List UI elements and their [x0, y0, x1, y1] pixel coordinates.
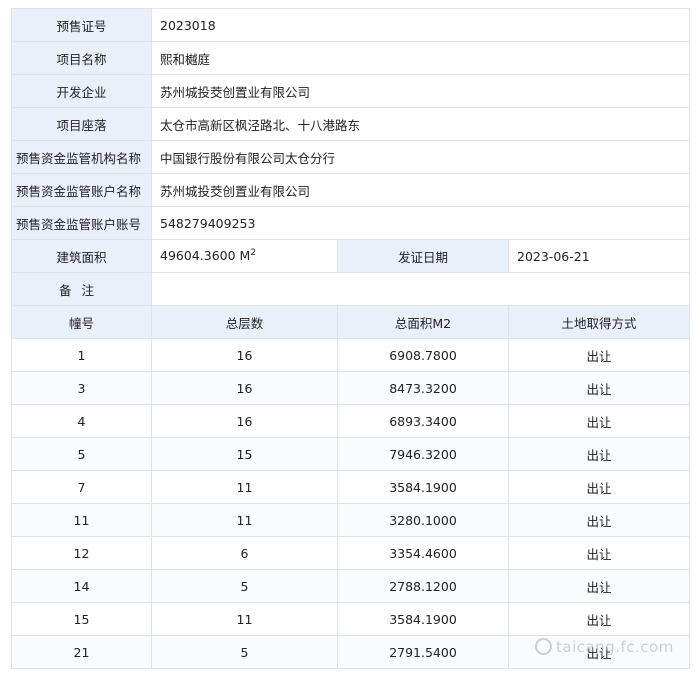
total-floors: 11 — [151, 470, 338, 504]
land-method: 出让 — [507, 338, 691, 372]
remarks-label: 备注 — [11, 272, 152, 306]
header-building-no: 幢号 — [11, 305, 152, 339]
building-no: 5 — [11, 437, 152, 471]
project-name-value: 熙和樾庭 — [150, 41, 691, 75]
row-project-name: 项目名称 熙和樾庭 — [11, 41, 691, 75]
total-floors: 16 — [151, 404, 338, 438]
row-account-name: 预售资金监管账户名称 苏州城投茭创置业有限公司 — [11, 173, 691, 207]
table-row: 7 11 3584.1900 出让 — [11, 470, 691, 504]
land-method: 出让 — [507, 470, 691, 504]
table-row: 15 11 3584.1900 出让 — [11, 602, 691, 636]
area-unit-superscript: 2 — [250, 248, 257, 259]
row-remarks: 备注 — [11, 272, 691, 306]
table-row: 4 16 6893.3400 出让 — [11, 404, 691, 438]
account-name-label: 预售资金监管账户名称 — [11, 173, 152, 207]
header-total-floors: 总层数 — [151, 305, 338, 339]
row-developer: 开发企业 苏州城投茭创置业有限公司 — [11, 74, 691, 108]
buildings-header-row: 幢号 总层数 总面积M2 土地取得方式 — [11, 305, 691, 339]
table-row: 11 11 3280.1000 出让 — [11, 503, 691, 537]
land-method: 出让 — [507, 602, 691, 636]
total-area: 3584.1900 — [337, 470, 509, 504]
developer-value: 苏州城投茭创置业有限公司 — [150, 74, 691, 108]
building-no: 15 — [11, 602, 152, 636]
account-name-value: 苏州城投茭创置业有限公司 — [150, 173, 691, 207]
project-name-label: 项目名称 — [11, 41, 152, 75]
total-floors: 11 — [151, 602, 338, 636]
issue-date-value: 2023-06-21 — [507, 239, 691, 273]
presale-cert-value: 2023018 — [150, 8, 691, 42]
total-floors: 16 — [151, 371, 338, 405]
presale-cert-label: 预售证号 — [11, 8, 152, 42]
building-no: 12 — [11, 536, 152, 570]
building-no: 7 — [11, 470, 152, 504]
presale-permit-table: 预售证号 2023018 项目名称 熙和樾庭 开发企业 苏州城投茭创置业有限公司… — [11, 8, 691, 669]
building-no: 11 — [11, 503, 152, 537]
row-supervision-org: 预售资金监管机构名称 中国银行股份有限公司太仓分行 — [11, 140, 691, 174]
table-row: 1 16 6908.7800 出让 — [11, 338, 691, 372]
land-method: 出让 — [507, 437, 691, 471]
account-no-value: 548279409253 — [150, 206, 691, 240]
watermark: taicang.fc.com — [535, 638, 674, 656]
supervision-org-value: 中国银行股份有限公司太仓分行 — [150, 140, 691, 174]
total-floors: 16 — [151, 338, 338, 372]
total-area: 3280.1000 — [337, 503, 509, 537]
account-no-label: 预售资金监管账户账号 — [11, 206, 152, 240]
row-presale-cert: 预售证号 2023018 — [11, 8, 691, 42]
building-no: 14 — [11, 569, 152, 603]
total-area: 6893.3400 — [337, 404, 509, 438]
table-row: 3 16 8473.3200 出让 — [11, 371, 691, 405]
row-account-no: 预售资金监管账户账号 548279409253 — [11, 206, 691, 240]
supervision-org-label: 预售资金监管机构名称 — [11, 140, 152, 174]
building-no: 1 — [11, 338, 152, 372]
land-method: 出让 — [507, 503, 691, 537]
total-area: 7946.3200 — [337, 437, 509, 471]
total-floors: 5 — [151, 635, 338, 669]
location-value: 太仓市高新区枫泾路北、十八港路东 — [150, 107, 691, 141]
header-total-area: 总面积M2 — [337, 305, 509, 339]
land-method: 出让 — [507, 569, 691, 603]
area-value: 49604.3600 M2 — [151, 239, 338, 273]
area-label: 建筑面积 — [11, 239, 152, 273]
total-area: 8473.3200 — [337, 371, 509, 405]
total-area: 3584.1900 — [337, 602, 509, 636]
watermark-text: taicang.fc.com — [556, 638, 674, 656]
row-area-date: 建筑面积 49604.3600 M2 发证日期 2023-06-21 — [11, 239, 691, 273]
land-method: 出让 — [507, 404, 691, 438]
watermark-logo-icon — [535, 638, 552, 655]
total-area: 6908.7800 — [337, 338, 509, 372]
land-method: 出让 — [507, 536, 691, 570]
location-label: 项目座落 — [11, 107, 152, 141]
developer-label: 开发企业 — [11, 74, 152, 108]
building-no: 21 — [11, 635, 152, 669]
total-floors: 15 — [151, 437, 338, 471]
building-no: 4 — [11, 404, 152, 438]
land-method: 出让 — [507, 371, 691, 405]
table-row: 14 5 2788.1200 出让 — [11, 569, 691, 603]
total-floors: 11 — [151, 503, 338, 537]
total-area: 2791.5400 — [337, 635, 509, 669]
header-land-method: 土地取得方式 — [507, 305, 691, 339]
issue-date-label: 发证日期 — [337, 239, 509, 273]
row-location: 项目座落 太仓市高新区枫泾路北、十八港路东 — [11, 107, 691, 141]
total-floors: 6 — [151, 536, 338, 570]
building-no: 3 — [11, 371, 152, 405]
table-row: 12 6 3354.4600 出让 — [11, 536, 691, 570]
remarks-value — [150, 272, 691, 306]
total-area: 2788.1200 — [337, 569, 509, 603]
total-floors: 5 — [151, 569, 338, 603]
area-number: 49604.3600 M — [160, 248, 251, 264]
table-row: 5 15 7946.3200 出让 — [11, 437, 691, 471]
total-area: 3354.4600 — [337, 536, 509, 570]
